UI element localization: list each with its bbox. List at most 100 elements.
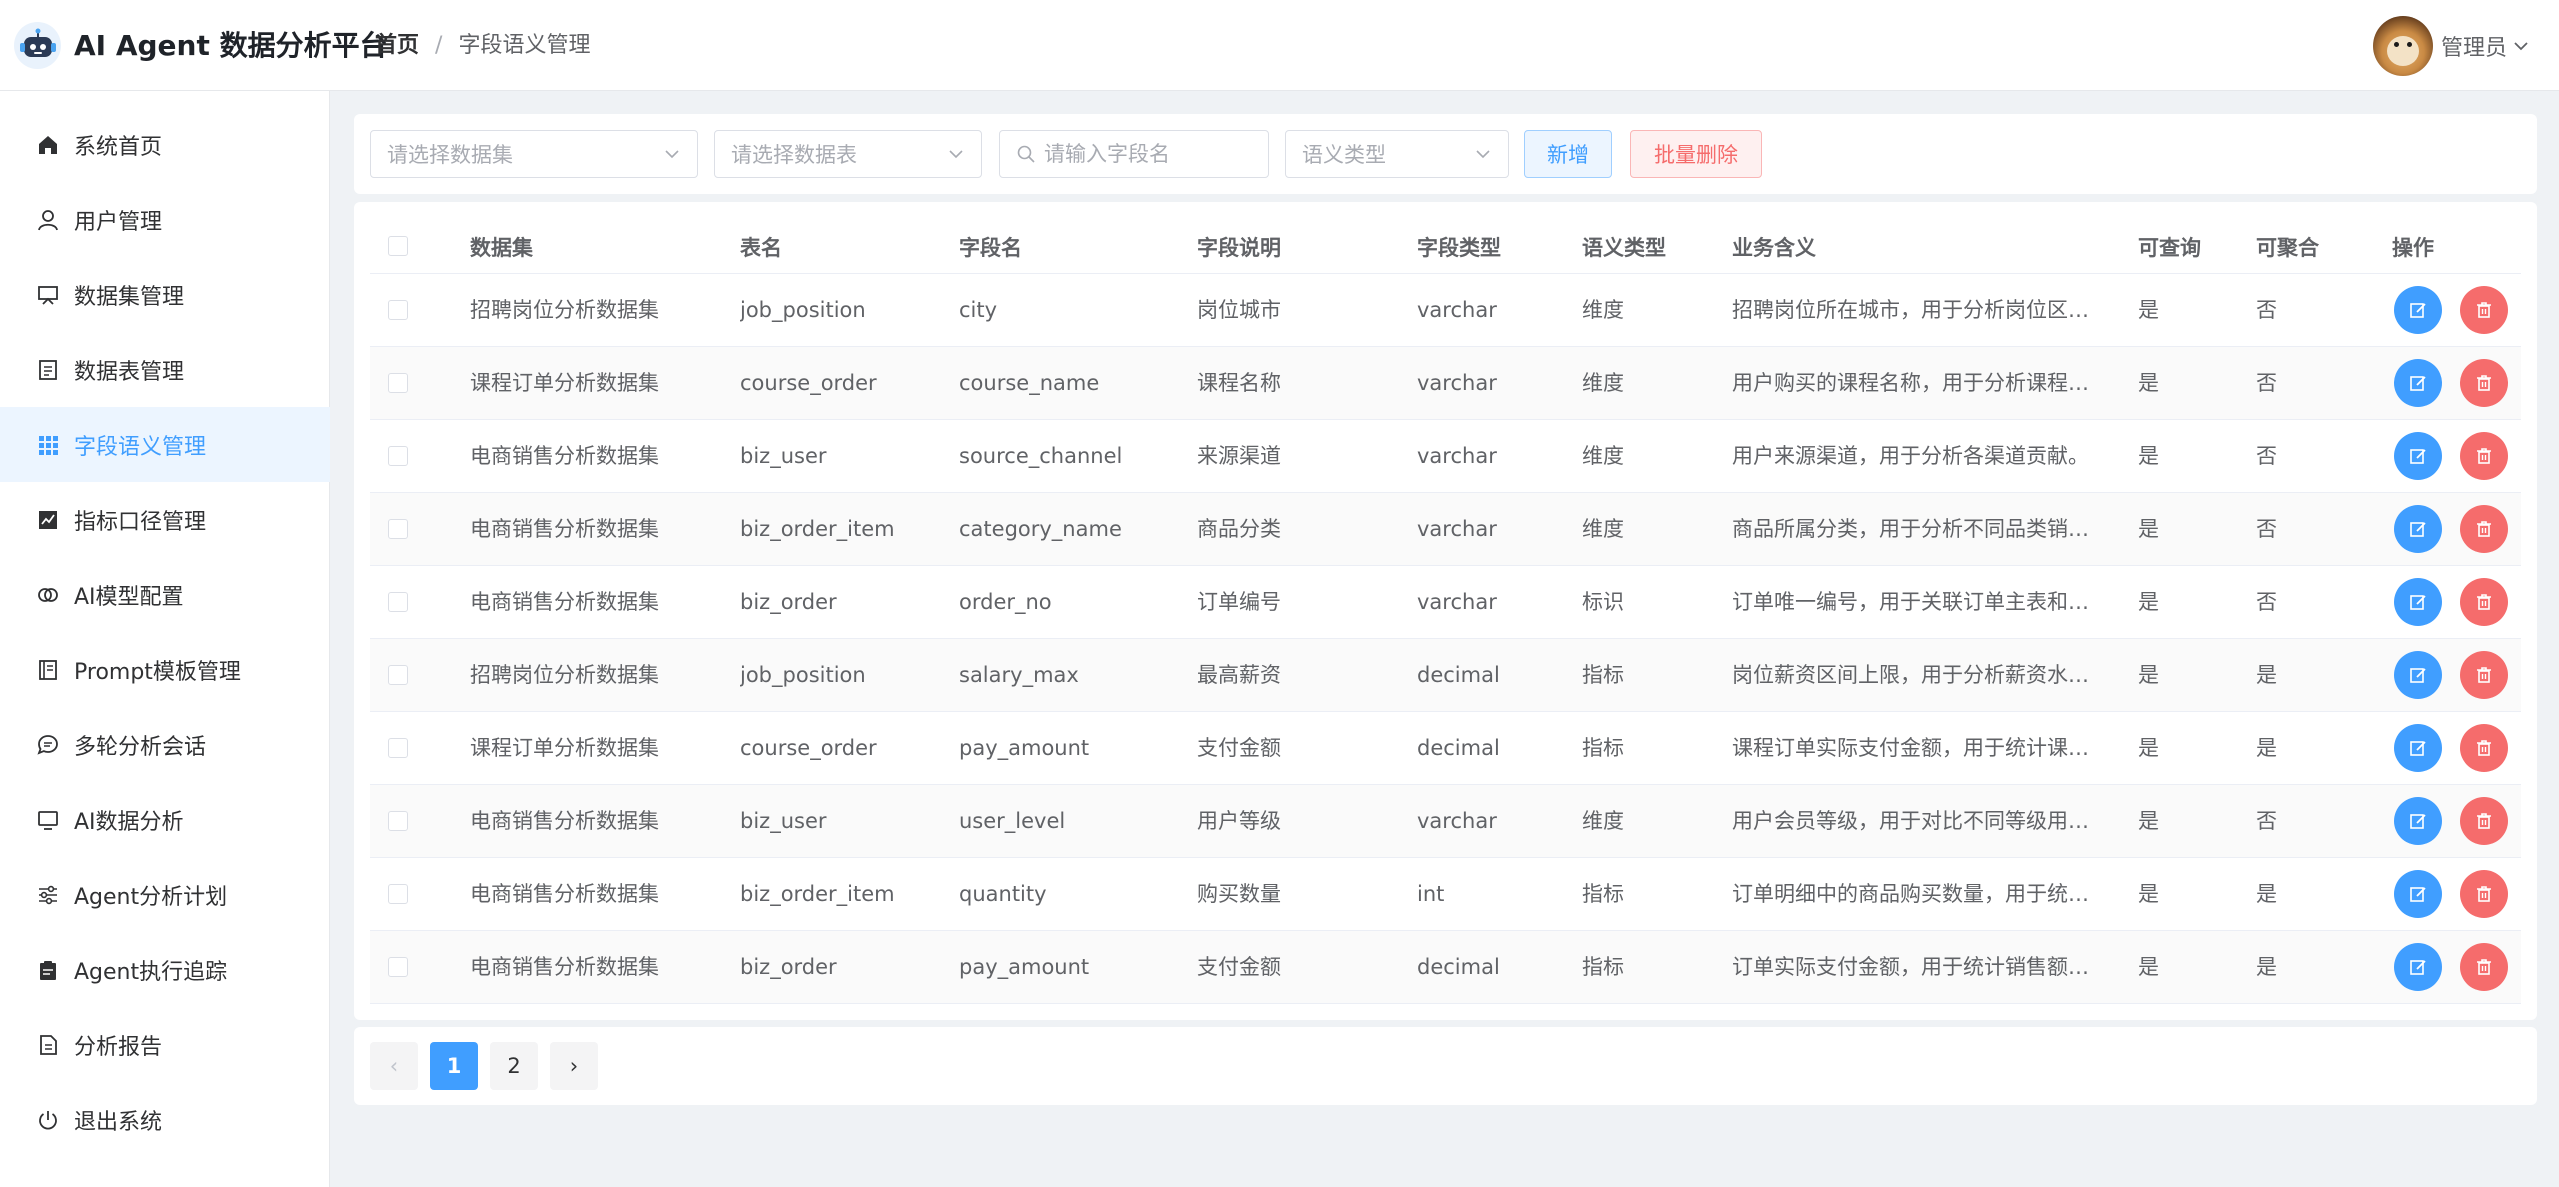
sidebar-item-label: 字段语义管理 — [74, 434, 207, 460]
cell-business-meaning: 岗位薪资区间上限，用于分析薪资水… — [1732, 663, 2089, 687]
user-menu[interactable]: 管理员 — [2372, 15, 2531, 77]
row-checkbox[interactable] — [388, 592, 408, 612]
field-name-input[interactable] — [1044, 142, 1244, 166]
delete-button[interactable] — [2460, 505, 2508, 553]
col-field-type-header: 字段类型 — [1417, 236, 1501, 260]
prev-page-button[interactable]: ‹ — [370, 1042, 418, 1090]
delete-button[interactable] — [2460, 432, 2508, 480]
sidebar-item-metrics[interactable]: 指标口径管理 — [0, 482, 330, 557]
cell-field-desc: 最高薪资 — [1197, 663, 1281, 687]
page-2-button[interactable]: 2 — [490, 1042, 538, 1090]
row-checkbox[interactable] — [388, 811, 408, 831]
edit-button[interactable] — [2394, 870, 2442, 918]
sidebar-item-reports[interactable]: 分析报告 — [0, 1007, 330, 1082]
chevron-down-icon[interactable] — [2511, 36, 2531, 56]
cell-queryable: 是 — [2138, 955, 2159, 979]
edit-button[interactable] — [2394, 505, 2442, 553]
row-checkbox[interactable] — [388, 300, 408, 320]
trash-icon — [2477, 302, 2491, 318]
sidebar-item-agent-plan[interactable]: Agent分析计划 — [0, 857, 330, 932]
sidebar-item-home[interactable]: 系统首页 — [0, 107, 330, 182]
cell-field-type: varchar — [1417, 517, 1497, 541]
cell-aggregatable: 否 — [2256, 517, 2277, 541]
table-row[interactable]: 招聘岗位分析数据集 job_position city 岗位城市 varchar 维度 招聘… — [370, 274, 2521, 347]
breadcrumb-home[interactable]: 首页 — [375, 29, 419, 63]
row-checkbox[interactable] — [388, 957, 408, 977]
table-row[interactable]: 课程订单分析数据集 course_order pay_amount 支付金额 decim… — [370, 712, 2521, 785]
edit-button[interactable] — [2394, 943, 2442, 991]
row-checkbox[interactable] — [388, 519, 408, 539]
user-name[interactable]: 管理员 — [2441, 30, 2507, 62]
avatar[interactable] — [2372, 16, 2433, 76]
cell-semantic-type: 指标 — [1582, 736, 1624, 760]
table-select[interactable]: 请选择数据表 — [714, 130, 982, 178]
table-row[interactable]: 课程订单分析数据集 course_order course_name 课程名称 varc… — [370, 347, 2521, 420]
edit-button[interactable] — [2394, 724, 2442, 772]
page-1-button[interactable]: 1 — [430, 1042, 478, 1090]
trash-icon — [2477, 594, 2491, 610]
cell-field-name: quantity — [959, 882, 1047, 906]
cell-queryable: 是 — [2138, 882, 2159, 906]
row-checkbox[interactable] — [388, 884, 408, 904]
edit-button[interactable] — [2394, 432, 2442, 480]
sidebar-item-prompt[interactable]: Prompt模板管理 — [0, 632, 330, 707]
edit-icon — [2410, 814, 2426, 829]
edit-button[interactable] — [2394, 578, 2442, 626]
cell-field-name: source_channel — [959, 444, 1123, 468]
sidebar-item-ai-analysis[interactable]: AI数据分析 — [0, 782, 330, 857]
add-button[interactable]: 新增 — [1524, 130, 1612, 178]
sidebar-item-tables[interactable]: 数据表管理 — [0, 332, 330, 407]
table-row[interactable]: 电商销售分析数据集 biz_order order_no 订单编号 varchar 标识 订… — [370, 566, 2521, 639]
table-row[interactable]: 电商销售分析数据集 biz_order pay_amount 支付金额 decimal 指… — [370, 931, 2521, 1004]
cell-queryable: 是 — [2138, 444, 2159, 468]
row-checkbox[interactable] — [388, 446, 408, 466]
delete-button[interactable] — [2460, 797, 2508, 845]
edit-button[interactable] — [2394, 797, 2442, 845]
sidebar-item-agent-trace[interactable]: Agent执行追踪 — [0, 932, 330, 1007]
delete-button[interactable] — [2460, 870, 2508, 918]
sidebar-item-users[interactable]: 用户管理 — [0, 182, 330, 257]
edit-button[interactable] — [2394, 651, 2442, 699]
cell-field-desc: 用户等级 — [1197, 809, 1281, 833]
batch-delete-button[interactable]: 批量删除 — [1630, 130, 1762, 178]
sidebar-item-logout[interactable]: 退出系统 — [0, 1082, 330, 1157]
table-row[interactable]: 电商销售分析数据集 biz_order_item quantity 购买数量 int 指标… — [370, 858, 2521, 931]
select-all-checkbox[interactable] — [388, 236, 408, 256]
cell-aggregatable: 是 — [2256, 882, 2277, 906]
semantic-type-select[interactable]: 语义类型 — [1285, 130, 1509, 178]
cell-aggregatable: 否 — [2256, 444, 2277, 468]
cell-table-name: biz_user — [740, 809, 827, 833]
delete-button[interactable] — [2460, 943, 2508, 991]
row-checkbox[interactable] — [388, 665, 408, 685]
sidebar-item-ai-model[interactable]: AI模型配置 — [0, 557, 330, 632]
sidebar-item-label: 退出系统 — [74, 1109, 163, 1135]
sidebar-item-field-semantics[interactable]: 字段语义管理 — [0, 407, 330, 482]
table-row[interactable]: 电商销售分析数据集 biz_order_item category_name 商品分类… — [370, 493, 2521, 566]
dataset-select[interactable]: 请选择数据集 — [370, 130, 698, 178]
col-field-name-header: 字段名 — [959, 236, 1022, 260]
table-row[interactable]: 电商销售分析数据集 biz_user user_level 用户等级 varchar 维度… — [370, 785, 2521, 858]
filter-bar: 请选择数据集 请选择数据表 语义类型 新增 批量删除 — [354, 114, 2537, 194]
delete-button[interactable] — [2460, 724, 2508, 772]
edit-button[interactable] — [2394, 286, 2442, 334]
cell-business-meaning: 商品所属分类，用于分析不同品类销… — [1732, 517, 2089, 541]
delete-button[interactable] — [2460, 286, 2508, 334]
trash-icon — [2477, 667, 2491, 683]
cell-aggregatable: 否 — [2256, 590, 2277, 614]
next-page-button[interactable]: › — [550, 1042, 598, 1090]
delete-button[interactable] — [2460, 651, 2508, 699]
table-row[interactable]: 电商销售分析数据集 biz_user source_channel 来源渠道 varch… — [370, 420, 2521, 493]
chart-icon — [36, 508, 60, 532]
sidebar-item-sessions[interactable]: 多轮分析会话 — [0, 707, 330, 782]
edit-button[interactable] — [2394, 359, 2442, 407]
row-checkbox[interactable] — [388, 738, 408, 758]
cell-queryable: 是 — [2138, 517, 2159, 541]
delete-button[interactable] — [2460, 578, 2508, 626]
table-row[interactable]: 招聘岗位分析数据集 job_position salary_max 最高薪资 decim… — [370, 639, 2521, 712]
sidebar-item-datasets[interactable]: 数据集管理 — [0, 257, 330, 332]
edit-icon — [2410, 887, 2426, 902]
cell-field-type: varchar — [1417, 298, 1497, 322]
cell-table-name: biz_order_item — [740, 517, 895, 541]
delete-button[interactable] — [2460, 359, 2508, 407]
row-checkbox[interactable] — [388, 373, 408, 393]
